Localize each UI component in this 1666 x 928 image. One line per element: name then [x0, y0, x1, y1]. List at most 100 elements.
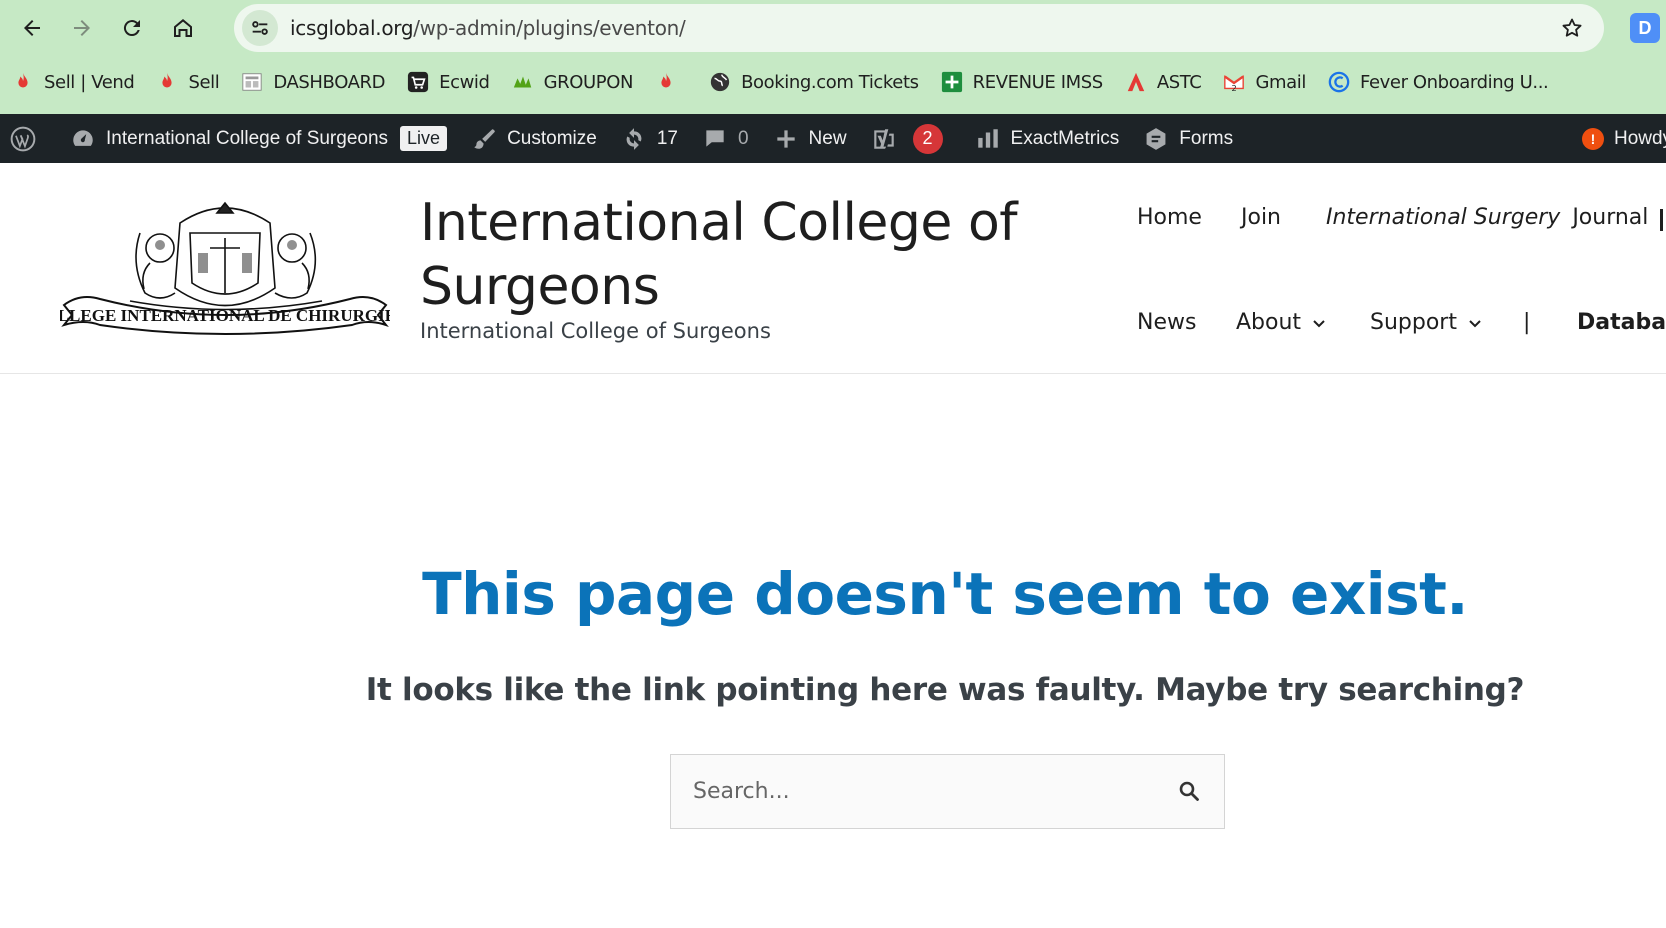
page-subheading: It looks like the link pointing here was… — [365, 672, 1525, 708]
bookmark-item[interactable]: Sell — [156, 64, 220, 100]
site-info-button[interactable] — [242, 10, 278, 46]
bookmark-item[interactable]: GROUPON — [512, 64, 633, 100]
bookmark-label: Booking.com Tickets — [741, 71, 919, 93]
yoast-notification-badge: 2 — [912, 123, 943, 154]
search-icon — [1179, 781, 1199, 801]
bookmark-label: Sell — [188, 71, 220, 93]
url-text: icsglobal.org/wp-admin/plugins/eventon/ — [290, 16, 686, 40]
bookmark-item[interactable]: REVENUE IMSS — [941, 64, 1103, 100]
forms-icon — [1146, 127, 1166, 150]
dashboard-gauge-icon — [73, 129, 93, 146]
menu-item-support[interactable]: Support — [1370, 310, 1483, 335]
bookmark-label: Gmail — [1255, 71, 1306, 93]
site-name-label: International College of Surgeons — [106, 127, 389, 149]
astc-icon — [1125, 71, 1147, 93]
bookmark-item[interactable] — [655, 64, 687, 100]
address-bar[interactable]: icsglobal.org/wp-admin/plugins/eventon/ — [234, 4, 1604, 52]
menu-item-international-surgery-journal[interactable]: International Surgery Journal — [1326, 205, 1648, 230]
exactmetrics-menu[interactable]: ExactMetrics — [963, 114, 1132, 163]
bookmark-label: DASHBOARD — [273, 71, 386, 93]
chevron-down-icon — [1313, 319, 1325, 327]
live-badge: Live — [400, 126, 448, 151]
howdy-label: Howdy — [1614, 127, 1666, 149]
svg-text:2: 2 — [1232, 83, 1237, 93]
bookmarks-bar: Sell | Vend Sell DASHBOARD Ecwid GROUPON Book… — [12, 64, 1570, 100]
bookmark-label: Ecwid — [439, 71, 490, 93]
page-heading: This page doesn't seem to exist. — [422, 560, 1468, 628]
bookmark-item[interactable]: ASTC — [1125, 64, 1202, 100]
menu-item-international-surgery-label: International Surgery — [1326, 205, 1561, 230]
updates-link[interactable]: 17 — [609, 114, 690, 163]
arrow-left-icon — [24, 20, 40, 36]
bookmark-item[interactable]: DASHBOARD — [241, 64, 386, 100]
forms-menu[interactable]: Forms — [1131, 114, 1245, 163]
back-button[interactable] — [14, 10, 50, 46]
bookmark-item[interactable]: Sell | Vend — [12, 64, 135, 100]
reload-icon — [123, 20, 140, 37]
menu-separator: | — [1523, 310, 1531, 335]
new-content-menu[interactable]: New — [761, 114, 859, 163]
menu-item-support-label: Support — [1370, 310, 1457, 335]
updates-count: 17 — [656, 127, 678, 149]
brush-icon — [474, 128, 495, 149]
home-icon — [174, 19, 192, 37]
tune-icon — [252, 21, 268, 35]
reload-button[interactable] — [114, 10, 150, 46]
site-name-menu[interactable]: International College of Surgeons Live — [58, 114, 459, 163]
yoast-menu[interactable]: 2 — [859, 114, 955, 163]
flame-icon — [12, 71, 34, 93]
search-form — [670, 754, 1225, 829]
menu-item-database[interactable]: Database — [1577, 310, 1666, 335]
chevron-down-icon — [1469, 319, 1481, 327]
arrow-right-icon — [74, 20, 90, 36]
forms-label: Forms — [1179, 127, 1234, 149]
wordpress-icon — [10, 126, 36, 151]
alert-icon: ! — [1582, 127, 1604, 150]
star-icon[interactable] — [1560, 16, 1584, 40]
search-submit-button[interactable] — [1176, 779, 1202, 805]
plus-icon — [776, 129, 795, 148]
url-path: /wp-admin/plugins/eventon/ — [413, 16, 686, 40]
menu-item-news[interactable]: News — [1137, 310, 1196, 335]
comment-icon — [706, 129, 724, 147]
search-input[interactable] — [693, 761, 1173, 822]
home-button[interactable] — [165, 10, 201, 46]
comments-link[interactable]: 0 — [690, 114, 761, 163]
yoast-icon — [873, 128, 894, 149]
wp-admin-bar: International College of Surgeons Live C… — [0, 114, 1666, 163]
cart-icon — [407, 71, 429, 93]
plus-box-icon — [941, 71, 963, 93]
profile-avatar[interactable]: D — [1630, 13, 1660, 43]
fever-icon — [1328, 71, 1350, 93]
menu-item-about[interactable]: About — [1236, 310, 1327, 335]
comments-count: 0 — [737, 127, 749, 149]
updates-icon — [626, 127, 642, 150]
bookmark-item[interactable]: Ecwid — [407, 64, 490, 100]
forward-button[interactable] — [64, 10, 100, 46]
menu-item-about-label: About — [1236, 310, 1302, 335]
bar-chart-icon — [977, 128, 998, 148]
site-header: COLLEGE INTERNATIONAL DE CHIRURGIENS Int… — [0, 163, 1666, 374]
flame-icon — [156, 71, 178, 93]
bookmark-item[interactable]: 2 Gmail — [1223, 64, 1306, 100]
bookmark-item[interactable]: Fever Onboarding U... — [1328, 64, 1549, 100]
crest-logo-icon[interactable]: COLLEGE INTERNATIONAL DE CHIRURGIENS — [60, 193, 390, 343]
bookmark-label: Fever Onboarding U... — [1360, 71, 1549, 93]
globe-icon — [709, 71, 731, 93]
bookmark-label: Sell | Vend — [44, 71, 135, 93]
bookmark-label: REVENUE IMSS — [972, 71, 1104, 93]
menu-item-join[interactable]: Join — [1241, 205, 1281, 230]
customize-link[interactable]: Customize — [459, 114, 609, 163]
customize-label: Customize — [507, 127, 597, 149]
bookmark-item[interactable]: Booking.com Tickets — [709, 64, 919, 100]
gmail-icon: 2 — [1223, 71, 1245, 93]
site-tagline: International College of Surgeons — [420, 319, 771, 343]
site-title[interactable]: International College of Surgeons — [420, 191, 1020, 319]
bookmark-label: ASTC — [1156, 71, 1202, 93]
menu-item-home[interactable]: Home — [1137, 205, 1202, 230]
logo-text: COLLEGE INTERNATIONAL DE CHIRURGIENS — [60, 306, 390, 325]
wp-logo-menu[interactable] — [0, 114, 58, 163]
groupon-icon — [512, 71, 534, 93]
exactmetrics-label: ExactMetrics — [1010, 127, 1120, 149]
howdy-menu[interactable]: ! Howdy — [1570, 114, 1666, 163]
